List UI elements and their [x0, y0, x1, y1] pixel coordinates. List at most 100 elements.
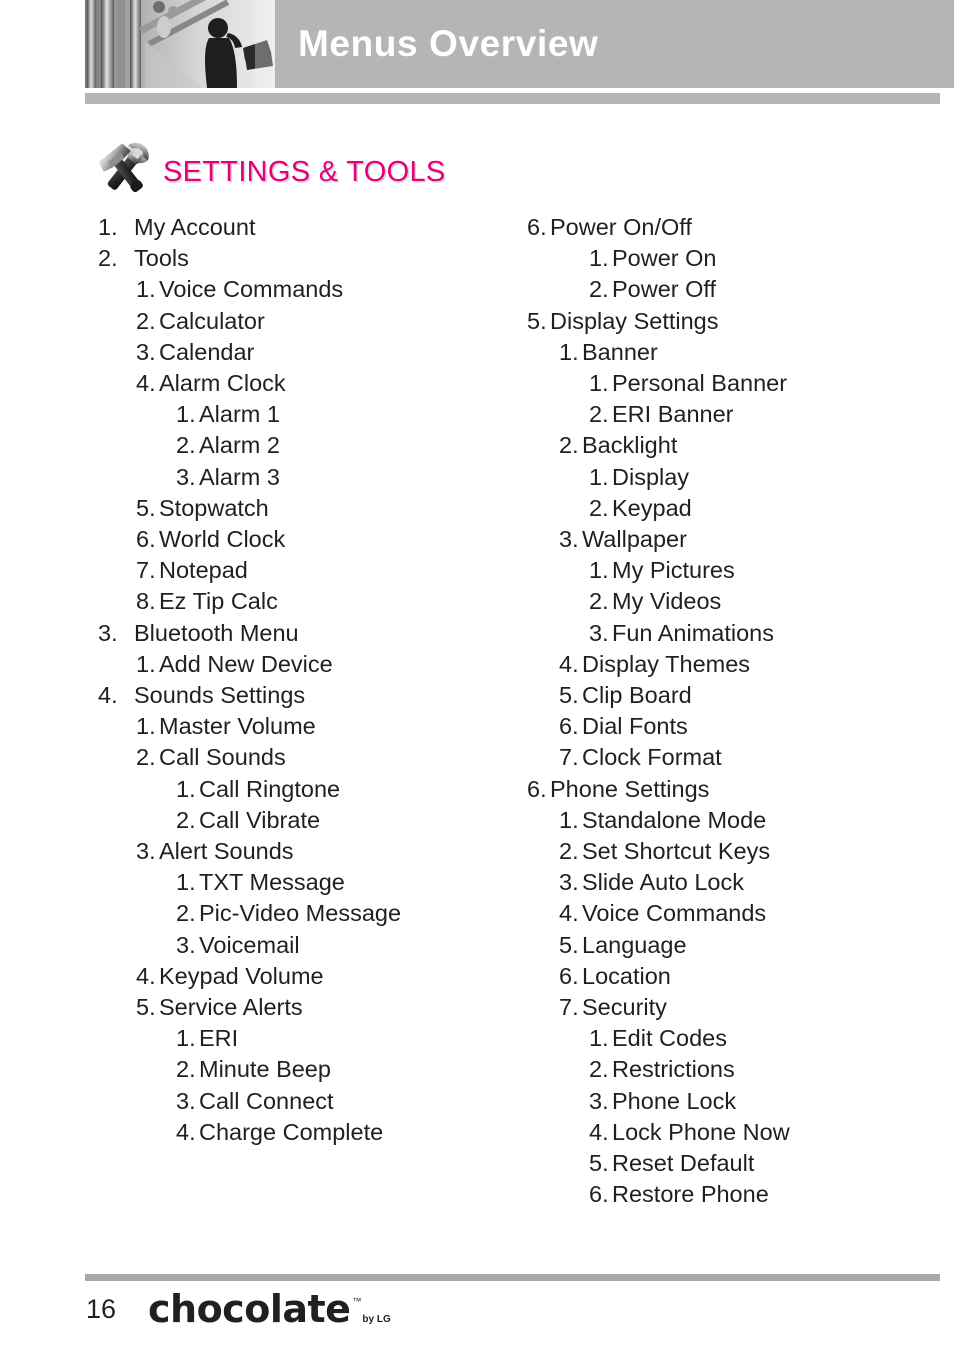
- footer-divider: [85, 1274, 940, 1281]
- menu-item-label: Language: [582, 931, 687, 958]
- header-photo-image: [85, 0, 275, 88]
- menu-item: 2. Call Vibrate: [98, 805, 518, 836]
- menu-item-label: Alarm 1: [199, 401, 280, 428]
- menu-item-label: Dial Fonts: [582, 713, 688, 740]
- menu-item: 3. Voicemail: [98, 930, 518, 961]
- menu-item: 1. Alarm 1: [98, 399, 518, 430]
- menu-item-number: 3.: [176, 1087, 196, 1114]
- menu-item-label: Bluetooth Menu: [134, 619, 299, 646]
- menu-item: 2. Tools: [98, 243, 518, 274]
- menu-item: 7. Clock Format: [527, 742, 947, 773]
- menu-item-label: Reset Default: [612, 1150, 755, 1177]
- menu-item-label: Call Vibrate: [199, 806, 321, 833]
- header-divider: [85, 93, 940, 104]
- menu-item-label: Alert Sounds: [159, 838, 294, 865]
- menu-item-number: 2.: [136, 307, 156, 334]
- menu-item-number: 5.: [559, 682, 579, 709]
- menu-item: 3. Fun Animations: [527, 618, 947, 649]
- menu-item-number: 3.: [176, 931, 196, 958]
- menu-item: 6. Dial Fonts: [527, 711, 947, 742]
- menu-item-label: ERI Banner: [612, 401, 734, 428]
- menu-item-label: Call Ringtone: [199, 775, 341, 802]
- menu-item-number: 2.: [98, 245, 118, 272]
- menu-item-number: 2.: [589, 1056, 609, 1083]
- menu-item-label: Display Themes: [582, 650, 751, 677]
- menu-item: 5. Reset Default: [527, 1148, 947, 1179]
- menu-item-number: 5.: [559, 931, 579, 958]
- menu-item-label: Fun Animations: [612, 619, 774, 646]
- menu-item-label: My Account: [134, 214, 256, 240]
- menu-item-label: Service Alerts: [159, 994, 303, 1021]
- menu-item-number: 4.: [559, 650, 579, 677]
- menu-item-number: 2.: [589, 276, 609, 303]
- menu-item-number: 3.: [589, 619, 609, 646]
- menu-item: 1. Voice Commands: [98, 274, 518, 305]
- header-photo: [85, 0, 275, 88]
- page-header-bar: Menus Overview: [85, 0, 954, 88]
- menu-item-number: 6.: [527, 775, 547, 802]
- menu-item-label: Clock Format: [582, 744, 722, 771]
- menu-item-label: Ez Tip Calc: [159, 588, 278, 615]
- menu-item-number: 7.: [559, 994, 579, 1021]
- menu-item: 2. Restrictions: [527, 1054, 947, 1085]
- menu-item-number: 6.: [136, 526, 156, 553]
- menu-item: 4. Sounds Settings: [98, 680, 518, 711]
- brand-logo: chocolate ™ by LG: [148, 1286, 391, 1328]
- menu-item-label: Set Shortcut Keys: [582, 838, 771, 865]
- menu-item-number: 2.: [176, 432, 196, 459]
- menu-item: 6. Power On/Off: [527, 212, 947, 243]
- menu-item-number: 3.: [136, 838, 156, 865]
- menu-item-number: 3.: [559, 869, 579, 896]
- menu-item: 3. Slide Auto Lock: [527, 867, 947, 898]
- menu-item: 1. My Account: [98, 212, 518, 243]
- menu-item: 7. Security: [527, 992, 947, 1023]
- menu-item-label: Backlight: [582, 432, 678, 459]
- menu-item: 2. Backlight: [527, 430, 947, 461]
- menu-item: 3. Phone Lock: [527, 1086, 947, 1117]
- menu-item-number: 3.: [559, 526, 579, 553]
- menu-item-number: 6.: [589, 1181, 609, 1208]
- menu-item: 2. Pic-Video Message: [98, 898, 518, 929]
- menu-item-number: 4.: [589, 1118, 609, 1145]
- menu-item-number: 2.: [176, 1056, 196, 1083]
- menu-item-label: Call Connect: [199, 1087, 334, 1114]
- menu-item: 1. My Pictures: [527, 555, 947, 586]
- menu-item-label: Lock Phone Now: [612, 1118, 790, 1145]
- menu-item-label: Alarm 2: [199, 432, 280, 459]
- menu-item-label: Add New Device: [159, 650, 333, 677]
- menu-item-label: Pic-Video Message: [199, 900, 402, 927]
- menu-item-label: Sounds Settings: [134, 682, 306, 709]
- menu-item: 8. Ez Tip Calc: [98, 586, 518, 617]
- menu-item-number: 4.: [559, 900, 579, 927]
- menu-item-number: 3.: [176, 463, 196, 490]
- menu-item-label: World Clock: [159, 526, 286, 553]
- menu-item-label: Display Settings: [550, 307, 719, 334]
- menu-column-left: 1. My Account 2. Tools 1. Voice Commands 2. Cal…: [98, 212, 518, 1148]
- menu-item-label: Calculator: [159, 307, 265, 334]
- menu-item: 5. Stopwatch: [98, 493, 518, 524]
- menu-item: 4. Display Themes: [527, 649, 947, 680]
- menu-item-number: 2.: [176, 806, 196, 833]
- menu-item: 2. Alarm 2: [98, 430, 518, 461]
- menu-item-label: Call Sounds: [159, 744, 286, 771]
- brand-wordmark: chocolate: [148, 1287, 351, 1331]
- menu-item-label: Clip Board: [582, 682, 692, 709]
- menu-item: 4. Charge Complete: [98, 1117, 518, 1148]
- menu-item-label: Display: [612, 463, 690, 490]
- menu-item-number: 4.: [136, 370, 156, 397]
- menu-item: 5. Language: [527, 930, 947, 961]
- menu-item-number: 1.: [589, 463, 609, 490]
- menu-item-number: 1.: [176, 1025, 196, 1052]
- menu-item-number: 1.: [589, 557, 609, 584]
- menu-item-number: 3.: [98, 619, 118, 646]
- menu-item-label: Voice Commands: [159, 276, 344, 303]
- menu-item: 2. My Videos: [527, 586, 947, 617]
- menu-item-number: 2.: [589, 588, 609, 615]
- menu-item-label: Charge Complete: [199, 1118, 384, 1145]
- menu-item-number: 2.: [559, 432, 579, 459]
- brand-by-lg: by LG: [362, 1314, 391, 1325]
- menu-item-number: 1.: [136, 713, 156, 740]
- menu-item-label: Wallpaper: [582, 526, 687, 553]
- menu-item-number: 4.: [98, 682, 118, 709]
- menu-column-right: 6. Power On/Off 1. Power On 2. Power Off 5. Dis…: [527, 212, 947, 1211]
